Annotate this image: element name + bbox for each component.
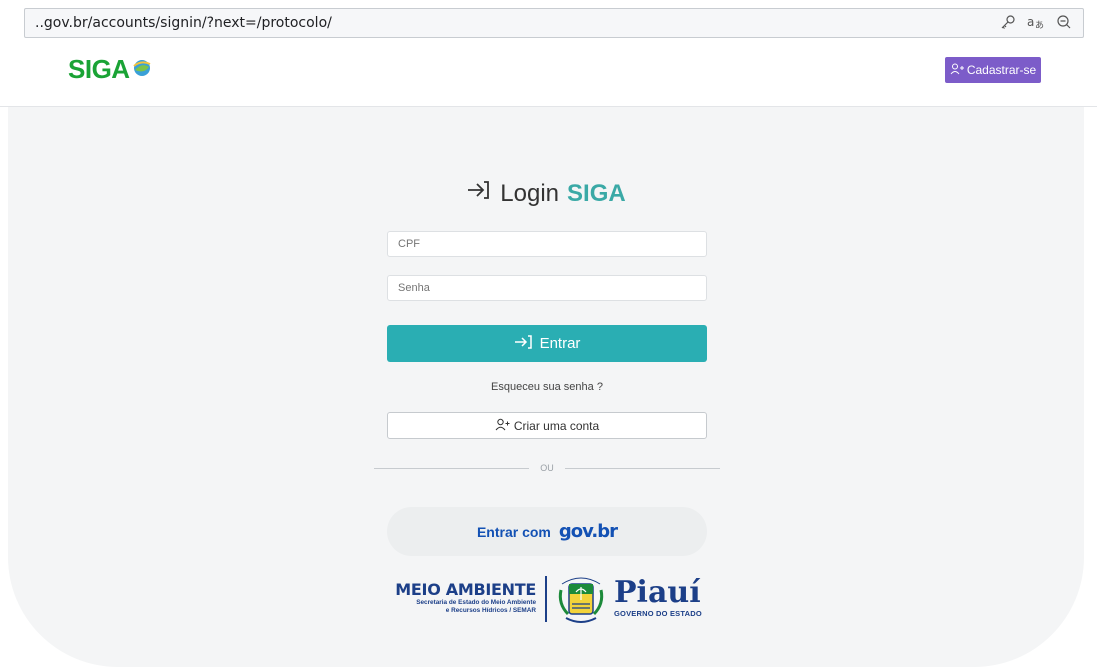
govbr-button-label: Entrar com [476, 523, 551, 540]
footer-logos: MEIO AMBIENTE Secretaria de Estado do Me… [388, 570, 718, 628]
create-account-button[interactable]: Criar uma conta [387, 412, 707, 439]
login-arrow-icon [466, 179, 492, 208]
piaui-logo: Piauí GOVERNO DO ESTADO [614, 575, 702, 619]
site-header: SIGA Cadastrar-se [0, 40, 1097, 107]
cpf-input[interactable] [387, 231, 707, 257]
password-input[interactable] [387, 275, 707, 301]
zoom-out-icon[interactable] [1055, 13, 1073, 31]
register-label: Cadastrar-se [966, 63, 1037, 77]
siga-logo[interactable]: SIGA [68, 54, 152, 85]
address-bar[interactable]: ..gov.br/accounts/signin/?next=/protocol… [24, 8, 1084, 38]
login-button-label: Entrar [539, 335, 581, 352]
create-account-label: Criar uma conta [513, 418, 600, 433]
siga-logo-text: SIGA [68, 54, 130, 84]
user-plus-icon [950, 63, 964, 78]
login-button[interactable]: Entrar [387, 325, 707, 362]
title-prefix: Login [500, 179, 560, 207]
logo-separator [545, 576, 547, 622]
page-title: Login SIGA [8, 179, 1084, 208]
register-button[interactable]: Cadastrar-se [945, 57, 1041, 83]
translate-icon[interactable]: aあ [1027, 13, 1045, 31]
key-icon[interactable] [999, 13, 1017, 31]
title-brand: SIGA [567, 179, 626, 207]
svg-text:a: a [1027, 15, 1034, 29]
login-panel: Login SIGA Entrar Esqueceu sua senha ? C… [8, 107, 1084, 667]
agency-subtitle-2: e Recursos Hídricos / SEMAR [445, 607, 536, 614]
agency-subtitle-1: Secretaria de Estado do Meio Ambiente [416, 599, 536, 606]
piaui-crest-icon [556, 570, 606, 628]
agency-title: MEIO AMBIENTE [395, 580, 536, 599]
svg-text:あ: あ [1035, 20, 1044, 30]
address-bar-icons: aあ [999, 13, 1073, 31]
semar-logo: MEIO AMBIENTE Secretaria de Estado do Me… [388, 580, 536, 615]
or-divider: OU [374, 462, 720, 474]
divider-line-right [565, 468, 720, 469]
govbr-logo: gov.br [558, 521, 618, 542]
state-title: Piauí [614, 575, 701, 610]
state-subtitle: GOVERNO DO ESTADO [614, 609, 702, 618]
globe-icon [132, 54, 152, 85]
forgot-password-link[interactable]: Esqueceu sua senha ? [387, 381, 707, 393]
login-arrow-icon [514, 334, 534, 354]
govbr-login-button[interactable]: Entrar com gov.br [387, 507, 707, 556]
url-text[interactable]: ..gov.br/accounts/signin/?next=/protocol… [35, 15, 332, 31]
user-plus-icon [495, 418, 510, 434]
